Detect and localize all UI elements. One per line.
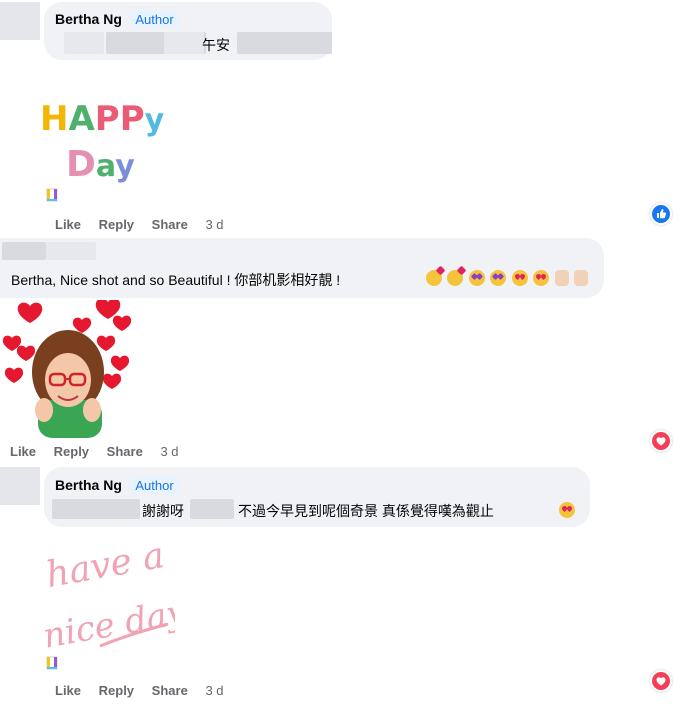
star-struck-icon <box>468 270 485 286</box>
redacted-text <box>190 499 234 519</box>
sticker-char: H <box>40 99 68 139</box>
smiling-face-with-hearts-icon <box>447 270 464 286</box>
like-link[interactable]: Like <box>10 444 36 459</box>
star-struck-icon <box>490 270 507 286</box>
heart-eyes-icon <box>559 502 575 518</box>
comment-text-part-1: 謝謝呀 <box>142 503 184 519</box>
avatar[interactable] <box>0 2 40 40</box>
reply-link[interactable]: Reply <box>99 217 134 232</box>
comment-bubble: Bertha, Nice shot and so Beautiful ! 你部机… <box>0 238 604 298</box>
sticker-line-1: have a <box>43 535 168 596</box>
reply-link[interactable]: Reply <box>54 444 89 459</box>
love-reaction-icon[interactable] <box>650 430 672 452</box>
heart-icon <box>656 677 666 686</box>
timestamp[interactable]: 3 d <box>205 217 223 232</box>
emoji-row <box>425 270 589 288</box>
heart-eyes-icon <box>533 270 550 286</box>
comment-text: 午安 <box>202 37 230 53</box>
heart-eyes-icon <box>511 270 528 286</box>
sticker-char: y <box>115 149 135 184</box>
thumbs-up-emoji-icon <box>574 270 589 286</box>
comment-text-part-2: 不過今早見到呢個奇景 真係覺得嘆為觀止 <box>238 503 494 519</box>
author-badge: Author <box>130 11 179 28</box>
sticker-char: P <box>120 99 145 139</box>
share-link[interactable]: Share <box>107 444 143 459</box>
heart-icon <box>656 437 666 446</box>
file-icon <box>46 656 58 670</box>
like-link[interactable]: Like <box>55 217 81 232</box>
comment-actions: Like Reply Share 3 d <box>55 217 238 232</box>
sticker-char: y <box>145 103 165 138</box>
like-link[interactable]: Like <box>55 683 81 698</box>
reply-link[interactable]: Reply <box>99 683 134 698</box>
thumbs-up-icon <box>657 209 667 219</box>
sticker-char: a <box>96 149 115 184</box>
comment-bubble: Bertha Ng Author 午安 <box>44 2 332 60</box>
share-link[interactable]: Share <box>152 683 188 698</box>
share-link[interactable]: Share <box>152 217 188 232</box>
sticker-char: P <box>95 99 120 139</box>
comment-actions: Like Reply Share 3 d <box>10 444 193 459</box>
redacted-text <box>237 32 332 54</box>
comment-bubble: Bertha Ng Author 謝謝呀 不過今早見到呢個奇景 真係覺得嘆為觀止 <box>44 467 590 527</box>
redacted-author <box>46 242 96 260</box>
redacted-text <box>52 499 140 519</box>
sticker-line-2: Day <box>66 144 135 184</box>
comment-text: Bertha, Nice shot and so Beautiful ! 你部机… <box>11 272 341 288</box>
avatar-hearts-sticker[interactable] <box>0 300 135 440</box>
author-name[interactable]: Bertha Ng <box>55 477 122 493</box>
have-a-nice-day-sticker[interactable]: have a nice day <box>40 528 175 653</box>
timestamp[interactable]: 3 d <box>205 683 223 698</box>
redacted-text <box>164 32 204 54</box>
smiling-face-with-hearts-icon <box>426 270 442 286</box>
happy-day-sticker[interactable]: HAPPy Day <box>38 92 168 184</box>
sticker-char: A <box>68 99 95 139</box>
love-reaction-icon[interactable] <box>650 670 672 692</box>
comment-actions: Like Reply Share 3 d <box>55 683 238 698</box>
sticker-line-1: HAPPy <box>40 99 165 139</box>
sticker-char: D <box>66 144 96 184</box>
redacted-author <box>2 242 46 260</box>
avatar-figure <box>32 330 104 438</box>
author-badge: Author <box>130 477 179 494</box>
redacted-text <box>64 32 104 54</box>
file-icon <box>46 188 58 202</box>
timestamp[interactable]: 3 d <box>160 444 178 459</box>
like-reaction-icon[interactable] <box>650 203 672 225</box>
thumbs-up-emoji-icon <box>554 270 569 286</box>
avatar[interactable] <box>0 467 40 505</box>
author-name[interactable]: Bertha Ng <box>55 11 122 27</box>
